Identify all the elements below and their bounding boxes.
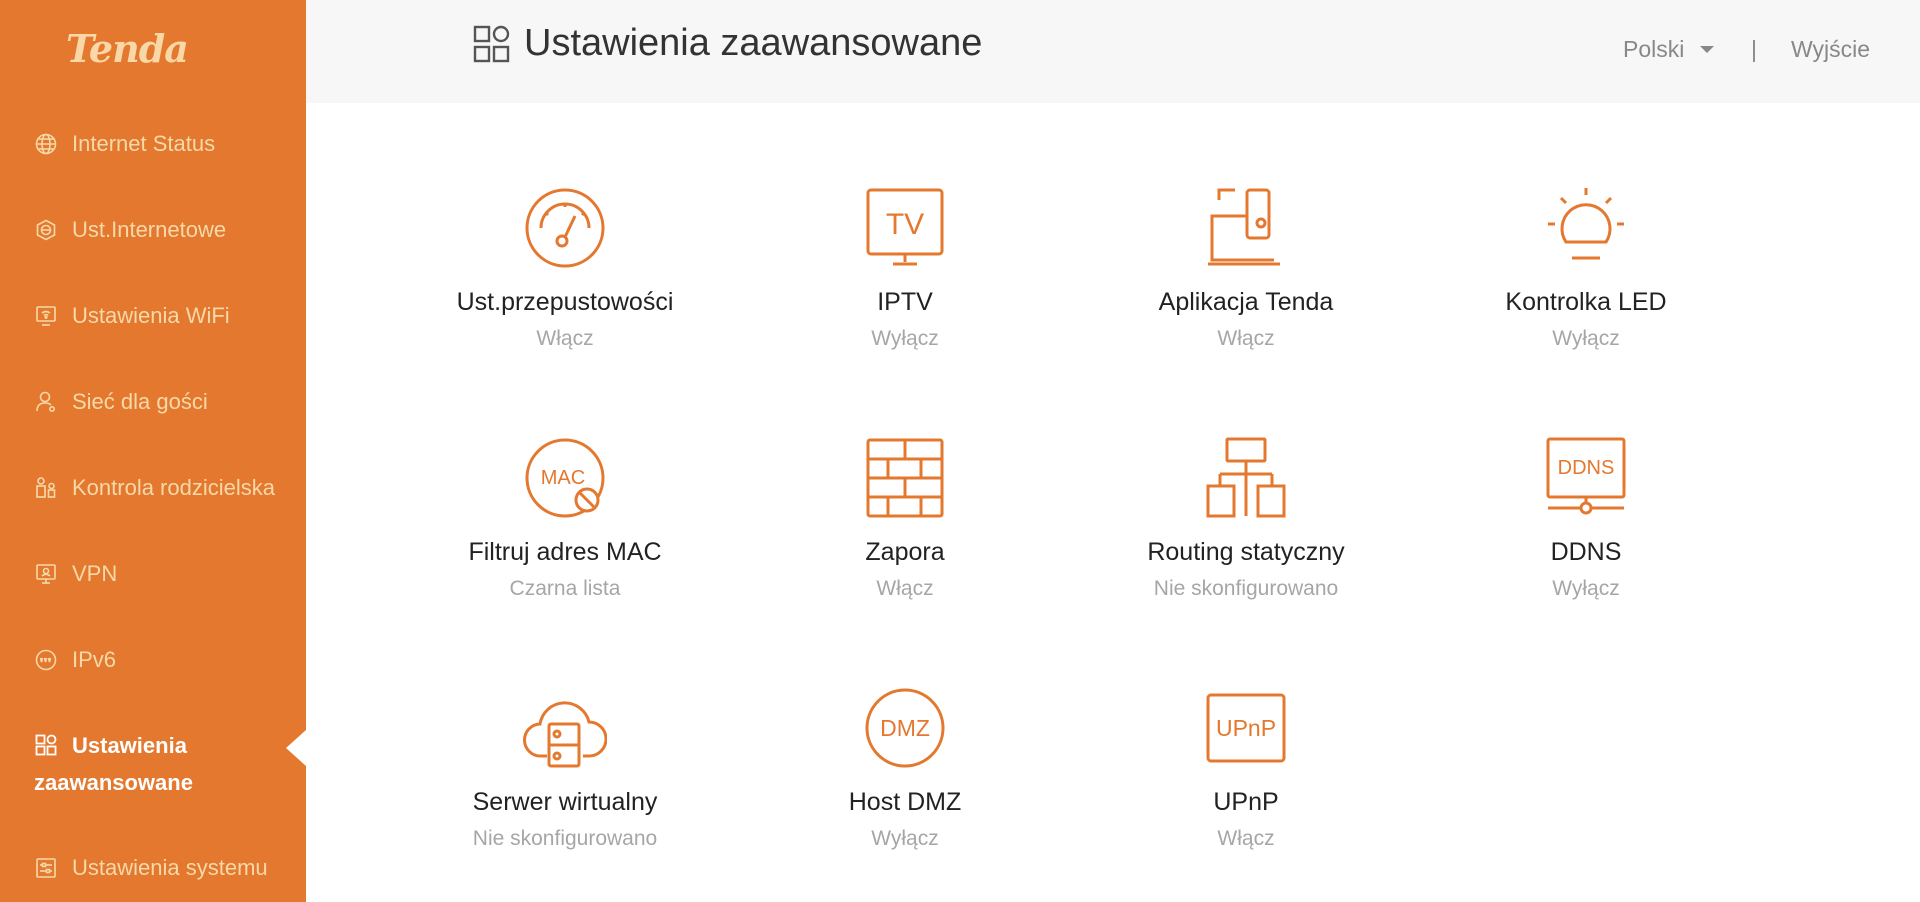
tile-dmz-host[interactable]: DMZ Host DMZ Wyłącz xyxy=(755,686,1055,851)
tile-title: Ust.przepustowości xyxy=(456,288,674,316)
parental-control-icon xyxy=(34,476,58,500)
app-devices-icon xyxy=(1204,186,1288,270)
advanced-grid-icon xyxy=(472,24,512,64)
sidebar-item-advanced-settings[interactable]: Ustawienia zaawansowane xyxy=(34,727,193,801)
upnp-icon: UPnP xyxy=(1204,686,1288,770)
tile-title: DDNS xyxy=(1550,538,1622,566)
mac-icon-text: MAC xyxy=(541,467,585,489)
internet-settings-icon xyxy=(34,218,58,242)
sidebar-item-guest-network[interactable]: Sieć dla gości xyxy=(34,389,208,415)
tile-status: Włącz xyxy=(536,327,594,350)
tile-status: Włącz xyxy=(1217,827,1275,850)
globe-icon xyxy=(34,132,58,156)
sidebar-item-label: Ustawienia WiFi xyxy=(72,303,230,328)
language-select-value: Polski xyxy=(1623,36,1685,62)
sidebar-item-label: Kontrola rodzicielska xyxy=(72,475,275,500)
tile-status: Nie skonfigurowano xyxy=(472,827,658,850)
ddns-icon: DDNS xyxy=(1544,436,1628,520)
chevron-down-icon xyxy=(1700,46,1715,53)
tile-tenda-app[interactable]: Aplikacja Tenda Włącz xyxy=(1096,186,1396,351)
tile-title: Serwer wirtualny xyxy=(472,788,658,816)
tile-firewall[interactable]: Zapora Włącz xyxy=(755,436,1055,601)
header-separator: | xyxy=(1751,36,1757,62)
tile-upnp[interactable]: UPnP UPnP Włącz xyxy=(1096,686,1396,851)
sidebar-item-label: IPv6 xyxy=(72,647,117,672)
sidebar-item-vpn[interactable]: VPN xyxy=(34,561,117,587)
tenda-logo: Tenda xyxy=(66,26,208,71)
sidebar-item-label: VPN xyxy=(72,561,118,586)
tv-icon-text: TV xyxy=(886,208,924,241)
sidebar-item-label: Sieć dla gości xyxy=(72,389,208,414)
tile-title: Filtruj adres MAC xyxy=(468,538,662,566)
tile-title: Aplikacja Tenda xyxy=(1158,288,1334,316)
tile-title: IPTV xyxy=(877,288,933,316)
tile-title: Routing statyczny xyxy=(1147,538,1345,566)
sidebar-item-label: Ustawienia zaawansowane xyxy=(34,727,193,801)
logout-link[interactable]: Wyjście xyxy=(1791,36,1870,63)
page-title: Ustawienia zaawansowane xyxy=(524,22,983,64)
dmz-icon-text: DMZ xyxy=(880,715,930,741)
tile-virtual-server[interactable]: Serwer wirtualny Nie skonfigurowano xyxy=(415,686,715,851)
tile-title: Zapora xyxy=(865,538,945,566)
tile-mac-filter[interactable]: MAC Filtruj adres MAC Czarna lista xyxy=(415,436,715,601)
tile-title: UPnP xyxy=(1213,788,1279,816)
top-header: Ustawienia zaawansowane Polski | Wyjście xyxy=(306,0,1920,103)
tile-title: Host DMZ xyxy=(848,788,962,816)
ddns-icon-text: DDNS xyxy=(1558,457,1615,479)
tile-status: Wyłącz xyxy=(871,827,939,850)
tile-status: Włącz xyxy=(1217,327,1275,350)
ipv6-icon xyxy=(34,648,58,672)
mac-filter-icon: MAC xyxy=(523,436,607,520)
sidebar-item-label: Internet Status xyxy=(72,131,216,156)
tile-status: Włącz xyxy=(876,577,934,600)
sidebar-item-ipv6[interactable]: IPv6 xyxy=(34,647,116,673)
tile-status: Czarna lista xyxy=(509,577,621,600)
tile-led-control[interactable]: Kontrolka LED Wyłącz xyxy=(1436,186,1736,351)
sidebar-item-label: Ustawienia systemu xyxy=(72,855,268,880)
tile-status: Wyłącz xyxy=(1552,577,1620,600)
wifi-settings-icon xyxy=(34,304,58,328)
tile-bandwidth[interactable]: Ust.przepustowości Włącz xyxy=(415,186,715,351)
tile-iptv[interactable]: TV IPTV Wyłącz xyxy=(755,186,1055,351)
dmz-icon: DMZ xyxy=(863,686,947,770)
app-root: Tenda Internet Status Ust.Internetowe Us… xyxy=(0,0,1920,902)
language-select[interactable]: Polski xyxy=(1623,36,1715,63)
active-indicator xyxy=(286,730,306,766)
firewall-icon xyxy=(863,436,947,520)
speedometer-icon xyxy=(523,186,607,270)
sidebar-item-internet-status[interactable]: Internet Status xyxy=(34,131,215,157)
tile-status: Wyłącz xyxy=(871,327,939,350)
sidebar-item-label-line1: Ustawienia xyxy=(72,733,187,758)
led-bulb-icon xyxy=(1544,186,1628,270)
tv-icon: TV xyxy=(863,186,947,270)
upnp-icon-text: UPnP xyxy=(1216,715,1276,741)
logo-text: Tenda xyxy=(66,28,188,68)
cloud-server-icon xyxy=(523,686,607,770)
page-title-group: Ustawienia zaawansowane xyxy=(472,22,982,65)
sidebar-item-system-settings[interactable]: Ustawienia systemu xyxy=(34,855,268,881)
tile-status: Nie skonfigurowano xyxy=(1153,577,1339,600)
system-settings-icon xyxy=(34,856,58,880)
sidebar-item-parental-control[interactable]: Kontrola rodzicielska xyxy=(34,475,275,501)
tile-title: Kontrolka LED xyxy=(1505,288,1667,316)
tile-ddns[interactable]: DDNS DDNS Wyłącz xyxy=(1436,436,1736,601)
sidebar-item-label-line2: zaawansowane xyxy=(34,770,193,795)
sidebar-item-label: Ust.Internetowe xyxy=(72,217,227,242)
guest-icon xyxy=(34,390,58,414)
tile-status: Wyłącz xyxy=(1552,327,1620,350)
routing-tree-icon xyxy=(1204,436,1288,520)
advanced-grid-icon xyxy=(34,733,58,757)
sidebar-item-internet-settings[interactable]: Ust.Internetowe xyxy=(34,217,226,243)
sidebar-item-wifi-settings[interactable]: Ustawienia WiFi xyxy=(34,303,230,329)
sidebar: Tenda Internet Status Ust.Internetowe Us… xyxy=(0,0,306,902)
tile-static-routing[interactable]: Routing statyczny Nie skonfigurowano xyxy=(1096,436,1396,601)
vpn-icon xyxy=(34,562,58,586)
